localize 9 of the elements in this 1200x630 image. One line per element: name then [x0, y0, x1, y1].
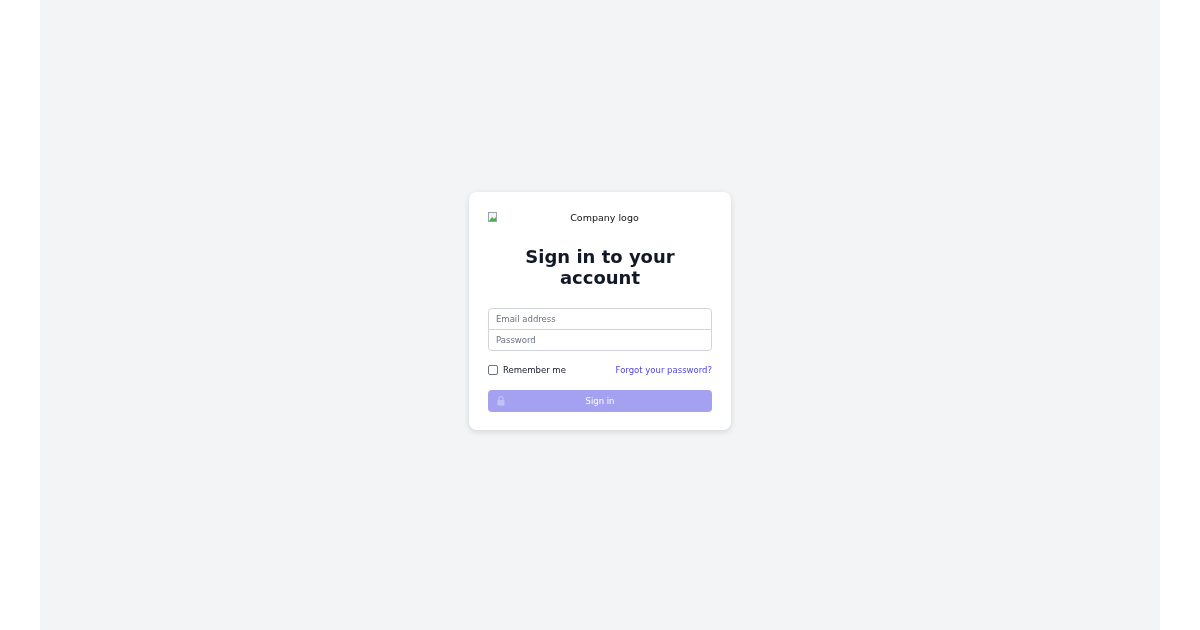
broken-image-icon — [488, 212, 497, 222]
page-title: Sign in to your account — [524, 246, 676, 288]
lock-icon — [497, 396, 505, 406]
password-field[interactable]: Password — [488, 329, 712, 351]
forgot-password-link[interactable]: Forgot your password? — [615, 365, 712, 375]
remember-checkbox[interactable] — [488, 365, 498, 375]
email-field[interactable]: Email address — [488, 308, 712, 330]
checkbox-label: Remember me — [503, 365, 566, 375]
logo-alt-text: Company logo — [569, 211, 640, 223]
